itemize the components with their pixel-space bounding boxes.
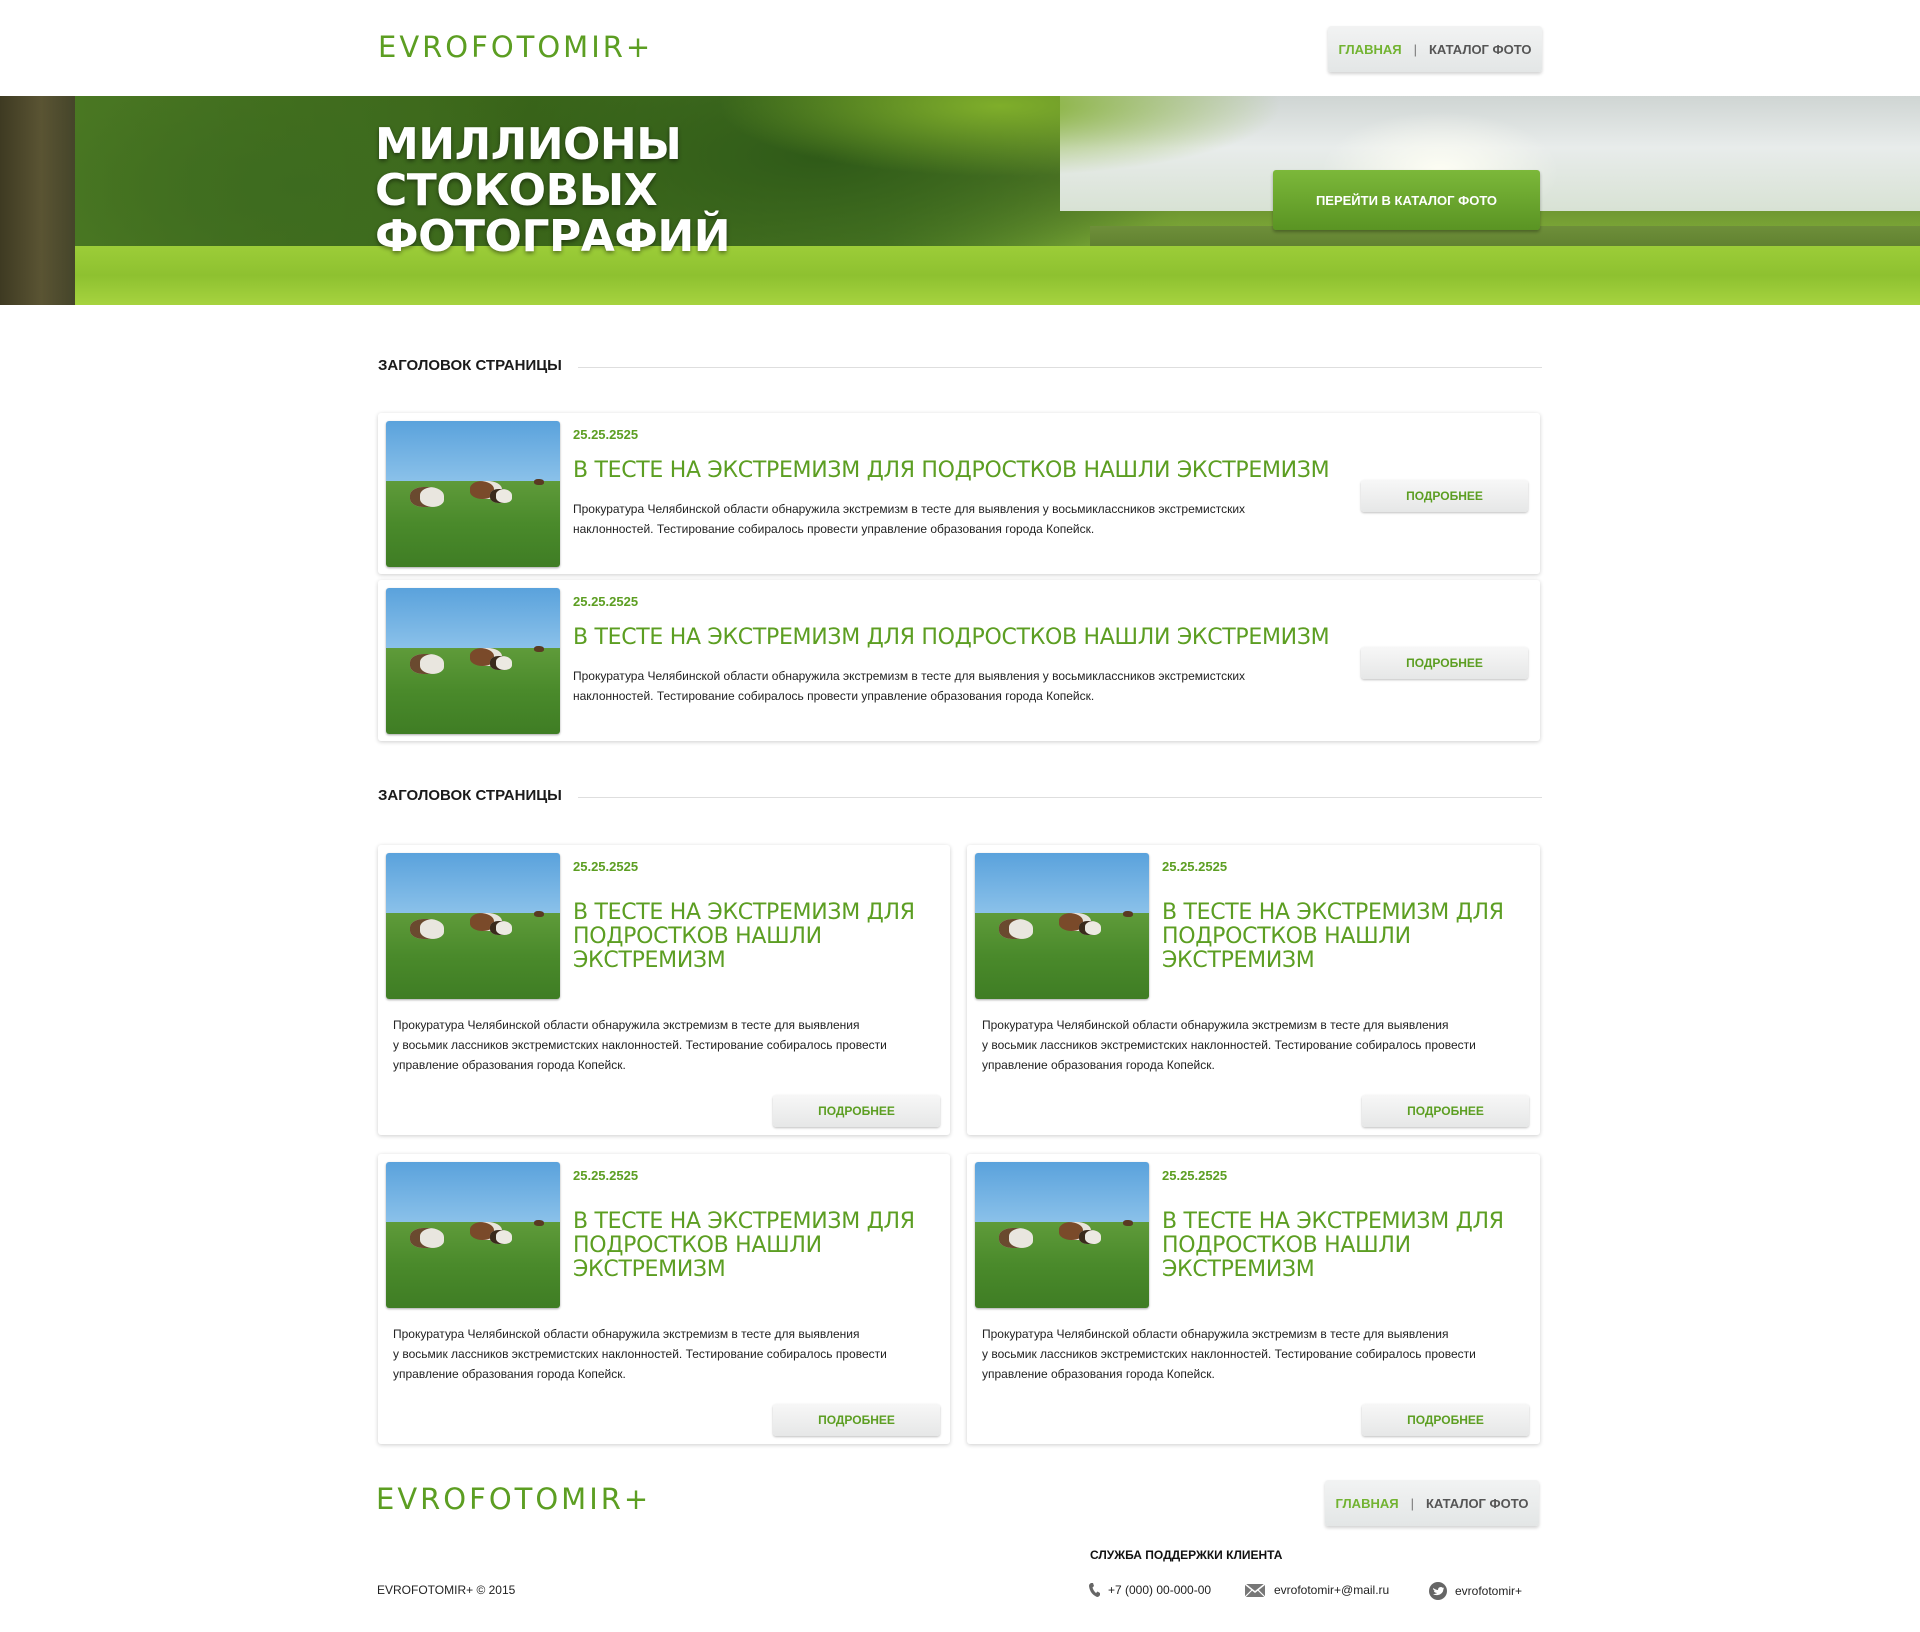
- support-twitter[interactable]: evrofotomir+: [1429, 1582, 1522, 1600]
- news-excerpt-line: наклонностей. Тестирование собиралось пр…: [573, 689, 1095, 703]
- hero-title-line: СТОКОВЫХ: [375, 165, 658, 216]
- footer-nav-catalog-link[interactable]: КАТАЛОГ ФОТО: [1426, 1496, 1529, 1511]
- news-title[interactable]: В ТЕСТЕ НА ЭКСТРЕМИЗМ ДЛЯ ПОДРОСТКОВ НАШ…: [573, 459, 1330, 483]
- news-thumbnail[interactable]: [975, 1162, 1149, 1308]
- news-title-line: ПОДРОСТКОВ НАШЛИ: [1162, 924, 1411, 949]
- news-excerpt-line: у восьмик лассников экстремистских накло…: [393, 1038, 887, 1052]
- support-email[interactable]: evrofotomir+@mail.ru: [1244, 1582, 1389, 1598]
- news-excerpt-line: Прокуратура Челябинской области обнаружи…: [573, 669, 1246, 683]
- news-title-line: ПОДРОСТКОВ НАШЛИ: [1162, 1233, 1411, 1258]
- news-date: 25.25.2525: [573, 594, 639, 609]
- news-date: 25.25.2525: [573, 427, 639, 442]
- news-excerpt-line: у восьмик лассников экстремистских накло…: [393, 1347, 887, 1361]
- email-address: evrofotomir+@mail.ru: [1274, 1583, 1390, 1597]
- news-title-line: В ТЕСТЕ НА ЭКСТРЕМИЗМ ДЛЯ: [1162, 1209, 1504, 1234]
- news-excerpt: Прокуратура Челябинской области обнаружи…: [573, 666, 1245, 706]
- news-title[interactable]: В ТЕСТЕ НА ЭКСТРЕМИЗМ ДЛЯ ПОДРОСТКОВ НАШ…: [573, 1210, 915, 1282]
- news-title-line: ЭКСТРЕМИЗМ: [573, 948, 726, 973]
- news-excerpt-line: у восьмик лассников экстремистских накло…: [982, 1038, 1476, 1052]
- hero-title-line: ФОТОГРАФИЙ: [375, 211, 731, 262]
- news-title-line: В ТЕСТЕ НА ЭКСТРЕМИЗМ ДЛЯ: [573, 900, 915, 925]
- phone-number: +7 (000) 00-000-00: [1108, 1583, 1212, 1597]
- news-thumbnail[interactable]: [386, 588, 560, 734]
- news-excerpt-line: наклонностей. Тестирование собиралось пр…: [573, 522, 1095, 536]
- news-title[interactable]: В ТЕСТЕ НА ЭКСТРЕМИЗМ ДЛЯ ПОДРОСТКОВ НАШ…: [1162, 1210, 1504, 1282]
- news-excerpt-line: Прокуратура Челябинской области обнаружи…: [393, 1327, 860, 1341]
- news-card: 25.25.2525 В ТЕСТЕ НА ЭКСТРЕМИЗМ ДЛЯ ПОД…: [378, 580, 1540, 741]
- news-thumbnail[interactable]: [975, 853, 1149, 999]
- section-heading: ЗАГОЛОВОК СТРАНИЦЫ: [378, 787, 1542, 807]
- news-excerpt-line: Прокуратура Челябинской области обнаружи…: [982, 1327, 1449, 1341]
- site-header: EVROFOTOMIR+ ГЛАВНАЯ | КАТАЛОГ ФОТО: [378, 0, 1542, 96]
- footer-nav-home-link[interactable]: ГЛАВНАЯ: [1336, 1496, 1399, 1511]
- news-excerpt-line: у восьмик лассников экстремистских накло…: [982, 1347, 1476, 1361]
- news-thumbnail[interactable]: [386, 853, 560, 999]
- support-title: СЛУЖБА ПОДДЕРЖКИ КЛИЕНТА: [1090, 1548, 1283, 1562]
- hero-field: [0, 246, 1920, 305]
- news-title-line: В ТЕСТЕ НА ЭКСТРЕМИЗМ ДЛЯ: [1162, 900, 1504, 925]
- twitter-handle: evrofotomir+: [1455, 1584, 1523, 1598]
- nav-separator: |: [1413, 41, 1417, 57]
- news-card: 25.25.2525 В ТЕСТЕ НА ЭКСТРЕМИЗМ ДЛЯ ПОД…: [378, 1154, 950, 1444]
- copyright: EVROFOTOMIR+ © 2015: [377, 1583, 516, 1597]
- news-excerpt: Прокуратура Челябинской области обнаружи…: [393, 1015, 887, 1075]
- hero-banner: МИЛЛИОНЫ СТОКОВЫХ ФОТОГРАФИЙ ПЕРЕЙТИ В К…: [0, 96, 1920, 305]
- news-date: 25.25.2525: [573, 1168, 639, 1183]
- news-date: 25.25.2525: [1162, 859, 1228, 874]
- news-excerpt-line: управление образования города Копейск.: [982, 1367, 1215, 1381]
- go-to-catalog-button[interactable]: ПЕРЕЙТИ В КАТАЛОГ ФОТО: [1273, 170, 1540, 230]
- section-title: ЗАГОЛОВОК СТРАНИЦЫ: [378, 787, 578, 804]
- news-title-line: ЭКСТРЕМИЗМ: [1162, 948, 1315, 973]
- twitter-icon: [1429, 1582, 1447, 1600]
- news-title-line: ПОДРОСТКОВ НАШЛИ: [573, 1233, 822, 1258]
- section-title: ЗАГОЛОВОК СТРАНИЦЫ: [378, 357, 578, 374]
- news-title-line: ЭКСТРЕМИЗМ: [1162, 1257, 1315, 1282]
- read-more-button[interactable]: ПОДРОБНЕЕ: [1362, 1404, 1529, 1436]
- news-excerpt-line: Прокуратура Челябинской области обнаружи…: [982, 1018, 1449, 1032]
- news-excerpt: Прокуратура Челябинской области обнаружи…: [573, 499, 1245, 539]
- news-title[interactable]: В ТЕСТЕ НА ЭКСТРЕМИЗМ ДЛЯ ПОДРОСТКОВ НАШ…: [573, 901, 915, 973]
- read-more-button[interactable]: ПОДРОБНЕЕ: [773, 1404, 940, 1436]
- news-title-line: ЭКСТРЕМИЗМ: [573, 1257, 726, 1282]
- main-nav: ГЛАВНАЯ | КАТАЛОГ ФОТО: [1328, 26, 1542, 72]
- site-logo[interactable]: EVROFOTOMIR+: [378, 30, 653, 64]
- footer-logo[interactable]: EVROFOTOMIR+: [376, 1482, 651, 1516]
- news-date: 25.25.2525: [1162, 1168, 1228, 1183]
- news-title-line: В ТЕСТЕ НА ЭКСТРЕМИЗМ ДЛЯ: [573, 1209, 915, 1234]
- read-more-button[interactable]: ПОДРОБНЕЕ: [1361, 647, 1528, 679]
- news-title[interactable]: В ТЕСТЕ НА ЭКСТРЕМИЗМ ДЛЯ ПОДРОСТКОВ НАШ…: [1162, 901, 1504, 973]
- nav-home-link[interactable]: ГЛАВНАЯ: [1339, 42, 1402, 57]
- news-thumbnail[interactable]: [386, 421, 560, 567]
- support-phone[interactable]: +7 (000) 00-000-00: [1088, 1582, 1211, 1598]
- news-card: 25.25.2525 В ТЕСТЕ НА ЭКСТРЕМИЗМ ДЛЯ ПОД…: [378, 413, 1540, 574]
- read-more-button[interactable]: ПОДРОБНЕЕ: [1361, 480, 1528, 512]
- hero-title-line: МИЛЛИОНЫ: [375, 119, 682, 170]
- hero-tree-trunk: [0, 96, 75, 305]
- phone-icon: [1089, 1583, 1100, 1597]
- read-more-button[interactable]: ПОДРОБНЕЕ: [773, 1095, 940, 1127]
- news-card: 25.25.2525 В ТЕСТЕ НА ЭКСТРЕМИЗМ ДЛЯ ПОД…: [378, 845, 950, 1135]
- news-excerpt: Прокуратура Челябинской области обнаружи…: [982, 1324, 1476, 1384]
- news-title-line: ПОДРОСТКОВ НАШЛИ: [573, 924, 822, 949]
- news-excerpt-line: управление образования города Копейск.: [393, 1367, 626, 1381]
- footer-nav: ГЛАВНАЯ | КАТАЛОГ ФОТО: [1325, 1480, 1539, 1526]
- news-excerpt-line: Прокуратура Челябинской области обнаружи…: [393, 1018, 860, 1032]
- news-card: 25.25.2525 В ТЕСТЕ НА ЭКСТРЕМИЗМ ДЛЯ ПОД…: [967, 1154, 1540, 1444]
- news-excerpt-line: управление образования города Копейск.: [982, 1058, 1215, 1072]
- read-more-button[interactable]: ПОДРОБНЕЕ: [1362, 1095, 1529, 1127]
- news-excerpt: Прокуратура Челябинской области обнаружи…: [393, 1324, 887, 1384]
- hero-title: МИЛЛИОНЫ СТОКОВЫХ ФОТОГРАФИЙ: [375, 119, 731, 262]
- news-date: 25.25.2525: [573, 859, 639, 874]
- hero-leaves: [720, 96, 1280, 216]
- news-excerpt-line: Прокуратура Челябинской области обнаружи…: [573, 502, 1246, 516]
- news-excerpt-line: управление образования города Копейск.: [393, 1058, 626, 1072]
- news-title[interactable]: В ТЕСТЕ НА ЭКСТРЕМИЗМ ДЛЯ ПОДРОСТКОВ НАШ…: [573, 626, 1330, 650]
- news-excerpt: Прокуратура Челябинской области обнаружи…: [982, 1015, 1476, 1075]
- news-card: 25.25.2525 В ТЕСТЕ НА ЭКСТРЕМИЗМ ДЛЯ ПОД…: [967, 845, 1540, 1135]
- envelope-icon: [1244, 1583, 1266, 1598]
- news-thumbnail[interactable]: [386, 1162, 560, 1308]
- nav-catalog-link[interactable]: КАТАЛОГ ФОТО: [1429, 42, 1532, 57]
- section-heading: ЗАГОЛОВОК СТРАНИЦЫ: [378, 357, 1542, 377]
- nav-separator: |: [1410, 1495, 1414, 1511]
